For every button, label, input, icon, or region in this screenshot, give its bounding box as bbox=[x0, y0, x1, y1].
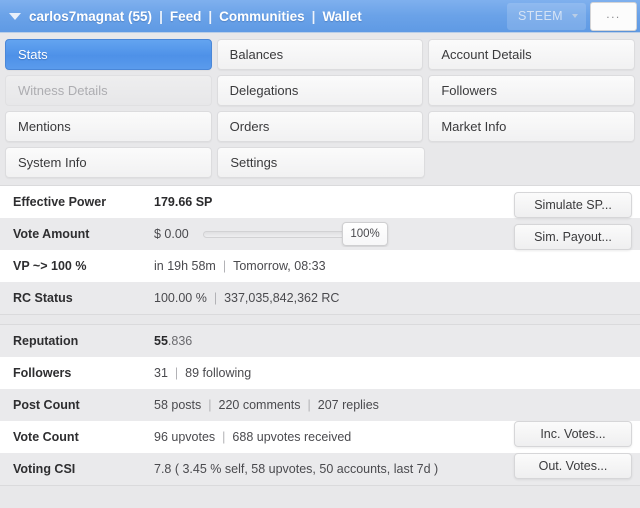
row-label: VP ~> 100 % bbox=[0, 259, 143, 273]
tab-witness-details: Witness Details bbox=[5, 75, 212, 106]
app-window: carlos7magnat (55) | Feed | Communities … bbox=[0, 0, 640, 508]
tab-account-details[interactable]: Account Details bbox=[428, 39, 635, 70]
slider-thumb[interactable]: 100% bbox=[342, 222, 387, 246]
stats-content: Effective Power 179.66 SP Vote Amount $ … bbox=[0, 185, 640, 508]
more-dots-icon: ... bbox=[606, 11, 621, 21]
tab-label: Delegations bbox=[230, 83, 299, 98]
value-separator: | bbox=[223, 259, 226, 273]
row-value: 55.836 bbox=[143, 334, 640, 348]
nav-item-communities[interactable]: Communities bbox=[219, 9, 305, 24]
table-row: VP ~> 100 % in 19h 58m | Tomorrow, 08:33 bbox=[0, 250, 640, 282]
row-label: Vote Amount bbox=[0, 227, 143, 241]
row-value: 31 | 89 following bbox=[143, 366, 640, 380]
tab-label: Stats bbox=[18, 47, 48, 62]
app-header: carlos7magnat (55) | Feed | Communities … bbox=[0, 0, 640, 33]
reputation-fraction: .836 bbox=[168, 334, 192, 348]
tab-orders[interactable]: Orders bbox=[217, 111, 424, 142]
value-separator: | bbox=[175, 366, 178, 380]
nav-separator-3: | bbox=[312, 9, 316, 24]
nav-separator-1: | bbox=[159, 9, 163, 24]
row-label: Effective Power bbox=[0, 195, 143, 209]
outgoing-votes-button[interactable]: Out. Votes... bbox=[514, 453, 632, 479]
row-value: in 19h 58m | Tomorrow, 08:33 bbox=[143, 259, 640, 273]
header-nav: carlos7magnat (55) | Feed | Communities … bbox=[29, 9, 507, 24]
upvotes-received: 688 upvotes received bbox=[232, 430, 351, 444]
row-label: Vote Count bbox=[0, 430, 143, 444]
tab-label: Balances bbox=[230, 47, 283, 62]
nav-separator-2: | bbox=[208, 9, 212, 24]
chevron-down-icon bbox=[572, 14, 578, 18]
row-label: Voting CSI bbox=[0, 462, 143, 476]
value-separator: | bbox=[208, 398, 211, 412]
following-count: 89 following bbox=[185, 366, 251, 380]
tab-label: System Info bbox=[18, 155, 87, 170]
replies-count: 207 replies bbox=[318, 398, 379, 412]
tab-placeholder-empty bbox=[430, 147, 635, 178]
tab-row: System Info Settings bbox=[5, 147, 635, 178]
tab-grid: Stats Balances Account Details Witness D… bbox=[0, 33, 640, 185]
simulate-sp-button[interactable]: Simulate SP... bbox=[514, 192, 632, 218]
tab-label: Followers bbox=[441, 83, 497, 98]
row-label: Followers bbox=[0, 366, 143, 380]
caret-down-icon[interactable] bbox=[9, 13, 21, 20]
chain-label: STEEM bbox=[518, 9, 563, 23]
chain-selector[interactable]: STEEM bbox=[507, 3, 586, 30]
row-label: Reputation bbox=[0, 334, 143, 348]
reputation-integer: 55 bbox=[154, 334, 168, 348]
value-separator: | bbox=[222, 430, 225, 444]
posts-count: 58 posts bbox=[154, 398, 201, 412]
upvotes-given: 96 upvotes bbox=[154, 430, 215, 444]
tab-row: Witness Details Delegations Followers bbox=[5, 75, 635, 106]
tab-mentions[interactable]: Mentions bbox=[5, 111, 212, 142]
table-row: Reputation 55.836 bbox=[0, 325, 640, 357]
vp-full-time: Tomorrow, 08:33 bbox=[233, 259, 325, 273]
row-value: 58 posts | 220 comments | 207 replies bbox=[143, 398, 640, 412]
tab-row: Mentions Orders Market Info bbox=[5, 111, 635, 142]
table-row: Followers 31 | 89 following bbox=[0, 357, 640, 389]
row-label: RC Status bbox=[0, 291, 143, 305]
tab-label: Market Info bbox=[441, 119, 506, 134]
more-options-button[interactable]: ... bbox=[590, 2, 637, 31]
tab-label: Mentions bbox=[18, 119, 71, 134]
tab-label: Orders bbox=[230, 119, 270, 134]
tab-delegations[interactable]: Delegations bbox=[217, 75, 424, 106]
rc-amount: 337,035,842,362 RC bbox=[224, 291, 339, 305]
tab-label: Witness Details bbox=[18, 83, 108, 98]
tab-system-info[interactable]: System Info bbox=[5, 147, 212, 178]
table-row: Post Count 58 posts | 220 comments | 207… bbox=[0, 389, 640, 421]
nav-item-wallet[interactable]: Wallet bbox=[322, 9, 361, 24]
tab-label: Settings bbox=[230, 155, 277, 170]
group-spacer bbox=[0, 315, 640, 324]
row-value: 100.00 % | 337,035,842,362 RC bbox=[143, 291, 640, 305]
value-separator: | bbox=[308, 398, 311, 412]
tab-settings[interactable]: Settings bbox=[217, 147, 424, 178]
tab-market-info[interactable]: Market Info bbox=[428, 111, 635, 142]
nav-item-feed[interactable]: Feed bbox=[170, 9, 202, 24]
value-separator: | bbox=[214, 291, 217, 305]
tab-followers[interactable]: Followers bbox=[428, 75, 635, 106]
tab-stats[interactable]: Stats bbox=[5, 39, 212, 70]
sim-payout-button[interactable]: Sim. Payout... bbox=[514, 224, 632, 250]
incoming-votes-button[interactable]: Inc. Votes... bbox=[514, 421, 632, 447]
tab-balances[interactable]: Balances bbox=[217, 39, 424, 70]
table-row: RC Status 100.00 % | 337,035,842,362 RC bbox=[0, 282, 640, 314]
comments-count: 220 comments bbox=[219, 398, 301, 412]
vp-countdown: in 19h 58m bbox=[154, 259, 216, 273]
rc-percent: 100.00 % bbox=[154, 291, 207, 305]
account-name[interactable]: carlos7magnat (55) bbox=[29, 9, 152, 24]
tab-label: Account Details bbox=[441, 47, 531, 62]
tab-row: Stats Balances Account Details bbox=[5, 39, 635, 70]
row-label: Post Count bbox=[0, 398, 143, 412]
vote-weight-slider[interactable]: 100% bbox=[203, 221, 388, 247]
followers-count: 31 bbox=[154, 366, 168, 380]
vote-amount-value: $ 0.00 bbox=[154, 227, 189, 241]
